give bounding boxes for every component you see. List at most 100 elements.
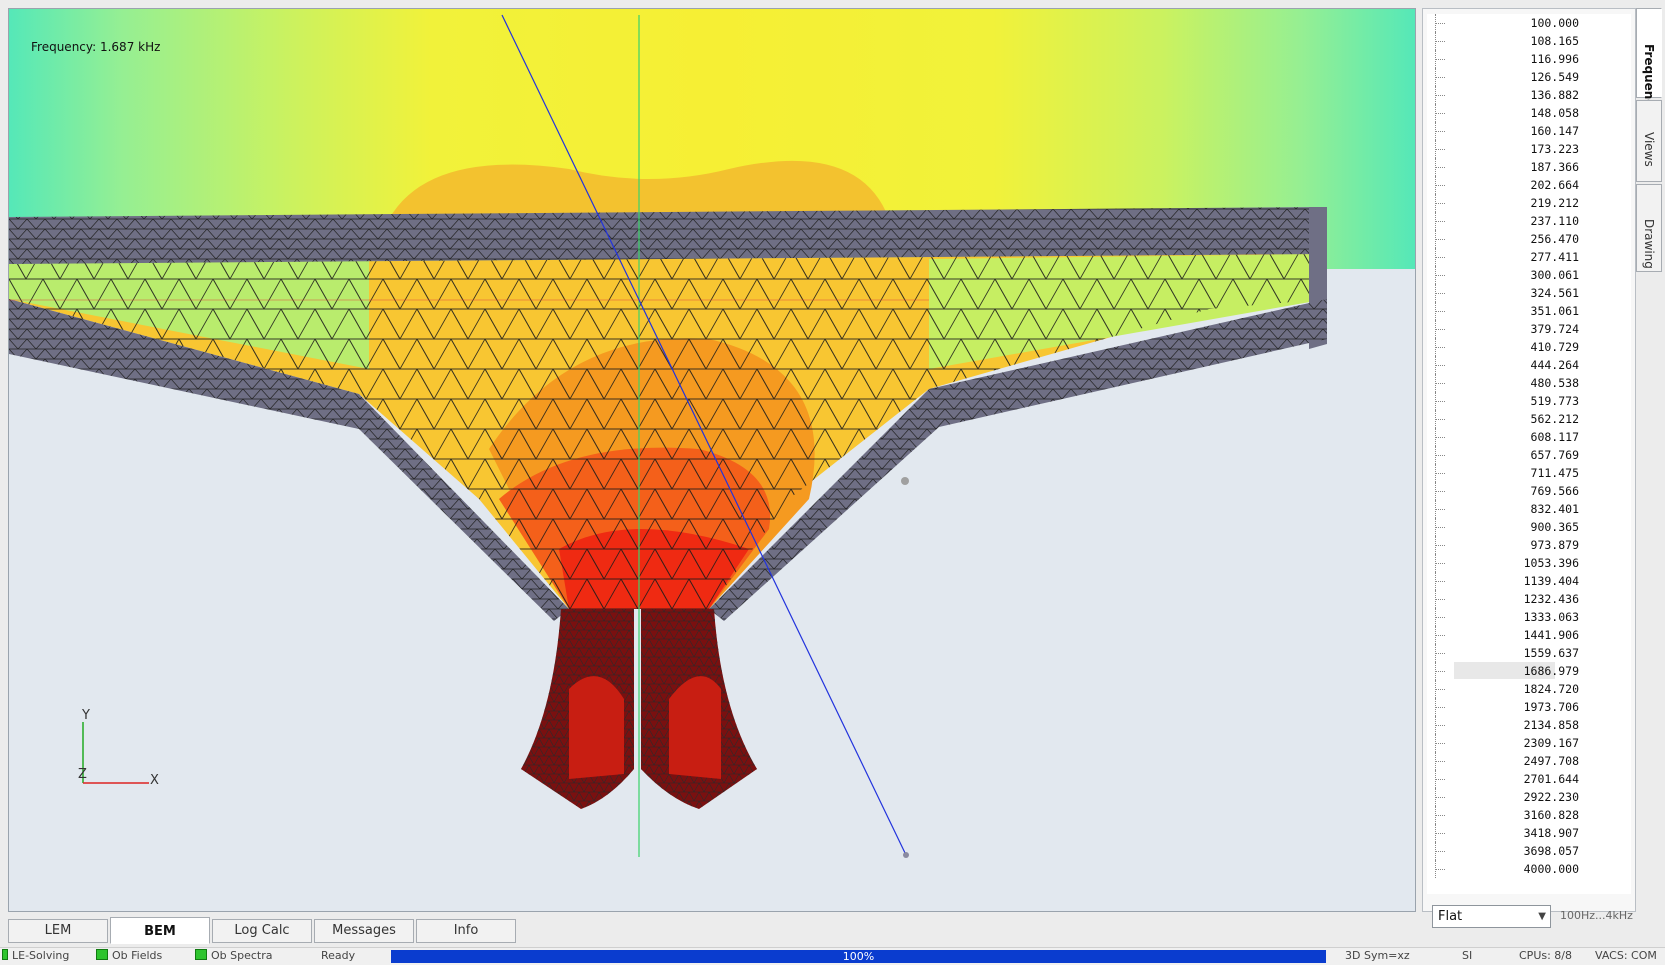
frequency-value: 324.561	[1530, 286, 1579, 300]
frequency-list-item[interactable]: 608.117	[1427, 428, 1631, 446]
frequency-list-item[interactable]: 2922.230	[1427, 788, 1631, 806]
frequency-list-item[interactable]: 444.264	[1427, 356, 1631, 374]
frequency-list-item[interactable]: 562.212	[1427, 410, 1631, 428]
frequency-list-item[interactable]: 379.724	[1427, 320, 1631, 338]
frequency-list-item[interactable]: 351.061	[1427, 302, 1631, 320]
frequency-value: 173.223	[1530, 142, 1579, 156]
frequency-list-item[interactable]: 237.110	[1427, 212, 1631, 230]
frequency-value: 351.061	[1530, 304, 1579, 318]
status-state: Ready	[321, 949, 356, 962]
frequency-list-item[interactable]: 2497.708	[1427, 752, 1631, 770]
frequency-list-item[interactable]: 2701.644	[1427, 770, 1631, 788]
frequency-list-item[interactable]: 769.566	[1427, 482, 1631, 500]
frequency-value: 2134.858	[1523, 718, 1579, 732]
frequency-list-item[interactable]: 256.470	[1427, 230, 1631, 248]
frequency-value: 832.401	[1530, 502, 1579, 516]
frequency-list-item[interactable]: 219.212	[1427, 194, 1631, 212]
frequency-list-item[interactable]: 300.061	[1427, 266, 1631, 284]
frequency-value: 100.000	[1530, 16, 1579, 30]
frequency-list-item[interactable]: 2134.858	[1427, 716, 1631, 734]
frequency-list-item[interactable]: 3698.057	[1427, 842, 1631, 860]
frequency-value: 480.538	[1530, 376, 1579, 390]
frequency-value: 1053.396	[1523, 556, 1579, 570]
frequency-value: 1686.979	[1523, 664, 1579, 678]
frequency-list-item[interactable]: 136.882	[1427, 86, 1631, 104]
led-icon	[2, 949, 8, 960]
tab-info[interactable]: Info	[416, 919, 516, 943]
frequency-value: 219.212	[1530, 196, 1579, 210]
horn-flange-mesh	[9, 207, 1327, 264]
frequency-value: 160.147	[1530, 124, 1579, 138]
tab-messages[interactable]: Messages	[314, 919, 414, 943]
frequency-value: 187.366	[1530, 160, 1579, 174]
tab-bem[interactable]: BEM	[110, 917, 210, 944]
frequency-list-item[interactable]: 116.996	[1427, 50, 1631, 68]
tab-lem[interactable]: LEM	[8, 919, 108, 943]
frequency-list[interactable]: 100.000 108.165 116.996 126.549 136.882 148.0…	[1427, 14, 1631, 894]
frequency-list-item[interactable]: 187.366	[1427, 158, 1631, 176]
frequency-list-item[interactable]: 173.223	[1427, 140, 1631, 158]
frequency-value: 519.773	[1530, 394, 1579, 408]
frequency-list-item[interactable]: 519.773	[1427, 392, 1631, 410]
frequency-list-item[interactable]: 3418.907	[1427, 824, 1631, 842]
frequency-list-item[interactable]: 324.561	[1427, 284, 1631, 302]
frequency-value: 657.769	[1530, 448, 1579, 462]
frequency-list-item[interactable]: 1333.063	[1427, 608, 1631, 626]
frequency-list-item[interactable]: 126.549	[1427, 68, 1631, 86]
led-icon	[96, 949, 108, 960]
frequency-list-item[interactable]: 480.538	[1427, 374, 1631, 392]
frequency-list-item[interactable]: 410.729	[1427, 338, 1631, 356]
frequency-value: 2922.230	[1523, 790, 1579, 804]
frequency-value: 2497.708	[1523, 754, 1579, 768]
frequencies-panel: 100.000 108.165 116.996 126.549 136.882 148.0…	[1422, 8, 1636, 912]
tab-log-calc[interactable]: Log Calc	[212, 919, 312, 943]
frequency-value: 4000.000	[1523, 862, 1579, 876]
frequency-list-item[interactable]: 1139.404	[1427, 572, 1631, 590]
frequency-list-item[interactable]: 1232.436	[1427, 590, 1631, 608]
frequency-value: 2309.167	[1523, 736, 1579, 750]
frequency-list-item[interactable]: 1824.720	[1427, 680, 1631, 698]
frequency-list-item[interactable]: 277.411	[1427, 248, 1631, 266]
frequency-list-item[interactable]: 148.058	[1427, 104, 1631, 122]
frequency-list-item[interactable]: 657.769	[1427, 446, 1631, 464]
frequency-list-item[interactable]: 2309.167	[1427, 734, 1631, 752]
frequency-value: 973.879	[1530, 538, 1579, 552]
frequency-list-item[interactable]: 711.475	[1427, 464, 1631, 482]
status-cpus: CPUs: 8/8	[1519, 949, 1573, 962]
weighting-value: Flat	[1438, 909, 1463, 924]
weighting-select[interactable]: Flat ▼	[1432, 905, 1551, 928]
frequency-list-item[interactable]: 108.165	[1427, 32, 1631, 50]
tab-drawing[interactable]: Drawing	[1636, 184, 1662, 272]
frequency-value: 277.411	[1530, 250, 1579, 264]
status-symmetry: 3D Sym=xz	[1345, 949, 1410, 962]
bem-3d-viewport[interactable]: Y X Z Frequency: 1.687 kHz	[8, 8, 1416, 912]
frequency-list-item[interactable]: 3160.828	[1427, 806, 1631, 824]
frequency-list-item[interactable]: 100.000	[1427, 14, 1631, 32]
tab-views[interactable]: Views	[1636, 100, 1662, 182]
frequency-list-item[interactable]: 832.401	[1427, 500, 1631, 518]
frequency-value: 3160.828	[1523, 808, 1579, 822]
frequency-list-item[interactable]: 1053.396	[1427, 554, 1631, 572]
tab-frequencies[interactable]: Frequencies	[1636, 8, 1662, 126]
frequency-value: 126.549	[1530, 70, 1579, 84]
frequency-list-item[interactable]: 1686.979	[1427, 662, 1631, 680]
frequency-list-item[interactable]: 1559.637	[1427, 644, 1631, 662]
frequency-list-item[interactable]: 973.879	[1427, 536, 1631, 554]
frequency-list-item[interactable]: 160.147	[1427, 122, 1631, 140]
frequency-list-item[interactable]: 202.664	[1427, 176, 1631, 194]
frequency-value: 900.365	[1530, 520, 1579, 534]
frequency-list-item[interactable]: 1441.906	[1427, 626, 1631, 644]
frequency-value: 1559.637	[1523, 646, 1579, 660]
frequency-value: 1333.063	[1523, 610, 1579, 624]
frequency-range-label: 100Hz...4kHz	[1560, 909, 1633, 922]
frequency-list-item[interactable]: 900.365	[1427, 518, 1631, 536]
frequency-value: 148.058	[1530, 106, 1579, 120]
frequency-list-item[interactable]: 1973.706	[1427, 698, 1631, 716]
progress-bar: 100%	[391, 950, 1326, 963]
led-icon	[195, 949, 207, 960]
frequency-value: 237.110	[1530, 214, 1579, 228]
frequency-list-item[interactable]: 4000.000	[1427, 860, 1631, 878]
status-units: SI	[1462, 949, 1473, 962]
field-plot: Y X Z	[9, 9, 1415, 911]
axis-y-label: Y	[81, 708, 90, 723]
